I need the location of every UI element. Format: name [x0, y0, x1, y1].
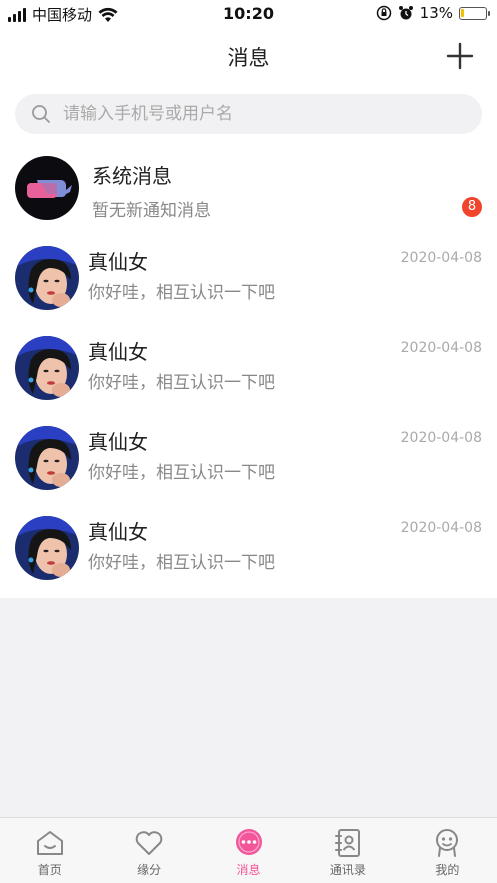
battery-percent: 13%: [419, 4, 453, 22]
page-title: 消息: [227, 46, 270, 70]
alarm-icon: [398, 6, 413, 20]
status-right: 13%: [376, 4, 490, 22]
tab-messages[interactable]: 消息: [199, 818, 298, 883]
status-bar: 中国移动 10:20 13%: [0, 0, 497, 28]
tab-home[interactable]: 首页: [0, 818, 99, 883]
orientation-lock-icon: [376, 5, 391, 21]
message-preview: 你好哇，相互认识一下吧: [88, 553, 275, 573]
conversation-row[interactable]: 真仙女 你好哇，相互认识一下吧 2020-04-08: [0, 508, 497, 598]
message-date: 2020-04-08: [400, 250, 482, 266]
tab-match[interactable]: 缘分: [99, 818, 198, 883]
tab-contacts[interactable]: 通讯录: [298, 818, 397, 883]
search-section: [0, 84, 497, 148]
contact-name: 真仙女: [88, 430, 148, 454]
plus-icon[interactable]: [445, 41, 475, 71]
system-message-row[interactable]: 系统消息 暂无新通知消息 8: [0, 148, 497, 238]
tab-label: 我的: [435, 863, 460, 877]
message-preview: 你好哇，相互认识一下吧: [88, 463, 275, 483]
avatar: [15, 336, 79, 400]
search-input[interactable]: [63, 104, 443, 124]
tab-label: 消息: [236, 863, 261, 877]
contact-name: 真仙女: [88, 250, 148, 274]
home-icon: [36, 831, 63, 855]
message-date: 2020-04-08: [400, 430, 482, 446]
tab-label: 通讯录: [329, 863, 366, 877]
contact-name: 真仙女: [88, 520, 148, 544]
avatar: [15, 516, 79, 580]
search-icon: [32, 105, 50, 123]
profile-face-icon: [436, 829, 459, 857]
avatar: [15, 426, 79, 490]
message-preview: 你好哇，相互认识一下吧: [88, 283, 275, 303]
system-avatar: [15, 156, 79, 220]
tab-label: 首页: [37, 863, 62, 877]
unread-badge: 8: [462, 197, 482, 217]
chat-bubbles-logo-icon: [27, 180, 72, 198]
contacts-book-icon: [334, 829, 360, 857]
tab-label: 缘分: [137, 863, 162, 877]
message-date: 2020-04-08: [400, 340, 482, 356]
message-list: 系统消息 暂无新通知消息 8 真仙女 你好哇，相互认识一下吧 2020-04-0…: [0, 148, 497, 598]
message-preview: 你好哇，相互认识一下吧: [88, 373, 275, 393]
tab-profile[interactable]: 我的: [398, 818, 497, 883]
battery-icon: [459, 6, 490, 20]
conversation-row[interactable]: 真仙女 你好哇，相互认识一下吧 2020-04-08: [0, 418, 497, 508]
search-bar[interactable]: [15, 94, 482, 134]
system-title: 系统消息: [92, 164, 172, 188]
heart-icon: [135, 831, 163, 855]
conversation-row[interactable]: 真仙女 你好哇，相互认识一下吧 2020-04-08: [0, 238, 497, 328]
message-date: 2020-04-08: [400, 520, 482, 536]
tab-bar: 首页 缘分 消息 通讯录 我的: [0, 817, 497, 883]
nav-bar: 消息: [0, 28, 497, 84]
avatar: [15, 246, 79, 310]
conversation-row[interactable]: 真仙女 你好哇，相互认识一下吧 2020-04-08: [0, 328, 497, 418]
system-preview: 暂无新通知消息: [92, 201, 211, 221]
contact-name: 真仙女: [88, 340, 148, 364]
chat-bubble-icon: [235, 829, 262, 855]
